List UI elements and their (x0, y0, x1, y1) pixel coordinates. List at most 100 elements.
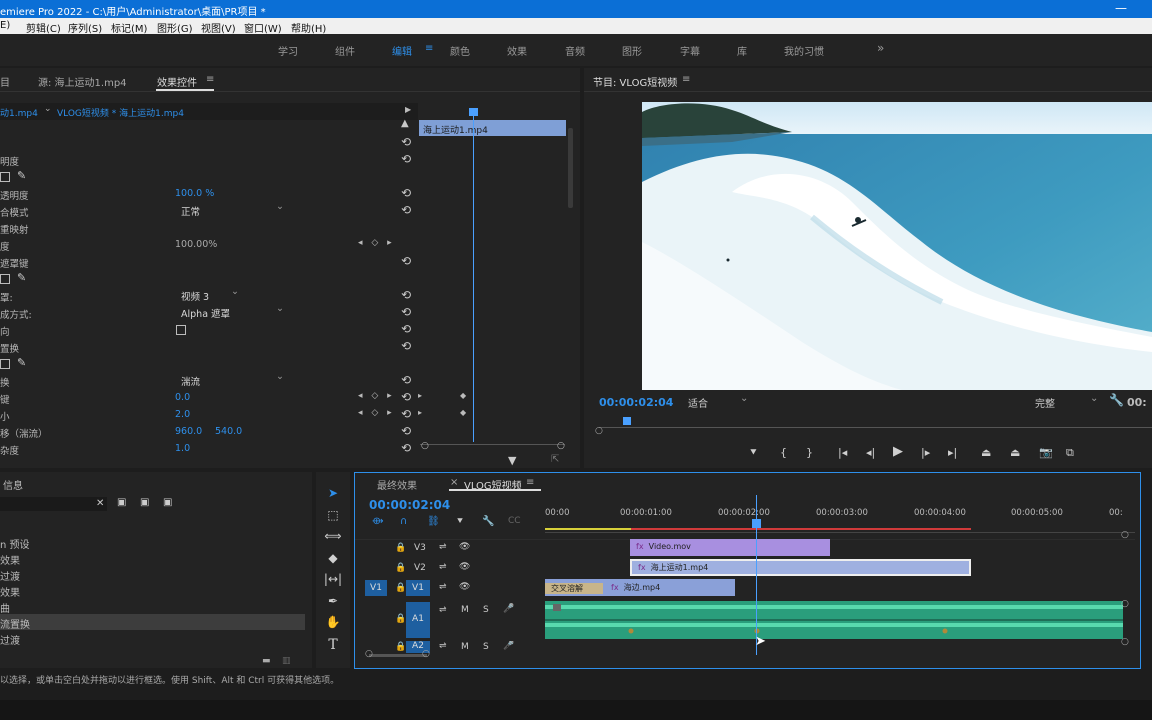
microphone-icon[interactable]: 🎤 (503, 604, 514, 614)
ec-playhead-handle[interactable] (469, 108, 478, 116)
microphone-icon[interactable]: 🎤 (503, 641, 514, 651)
hand-tool-icon[interactable]: ✋ (323, 615, 343, 633)
pen-tool-icon[interactable]: ✎ (17, 356, 26, 369)
tab-metadata[interactable]: 目 (0, 74, 10, 89)
selection-tool-icon[interactable]: ➤ (323, 486, 343, 504)
yuv-effects-icon[interactable]: ▣ (163, 497, 172, 508)
minimize-button[interactable]: — (1115, 1, 1127, 15)
list-item[interactable]: 过渡 (0, 630, 305, 647)
delete-icon[interactable]: ▥ (282, 656, 291, 666)
lock-icon[interactable]: 🔒 (395, 543, 406, 553)
blend-mode-select[interactable]: 正常 (176, 201, 286, 218)
menu-edit[interactable]: E) (0, 20, 10, 31)
list-item-selected[interactable]: 流置换 (0, 614, 305, 631)
pen-tool-icon[interactable]: ✎ (17, 271, 26, 284)
export-icon[interactable]: ⇱ (551, 454, 559, 465)
menu-window[interactable]: 窗口(W) (244, 20, 282, 35)
clip-video-mov[interactable]: fx Video.mov (630, 539, 830, 556)
add-marker-icon[interactable]: ⯆ (456, 516, 464, 527)
wrench-icon[interactable]: 🔧 (1109, 393, 1124, 407)
menu-help[interactable]: 帮助(H) (291, 20, 326, 35)
fit-select[interactable]: 适合 ⌄ (688, 393, 748, 410)
ec-scrollbar[interactable] (568, 128, 573, 208)
effects-search-input[interactable] (0, 497, 107, 511)
reset-icon[interactable]: ⟲ (401, 373, 411, 387)
type-tool-icon[interactable]: T (323, 637, 343, 655)
lock-icon[interactable]: 🔒 (395, 583, 406, 593)
program-scrub-bar[interactable] (599, 418, 1152, 428)
go-to-out-icon[interactable]: ▸| (948, 446, 957, 459)
sync-lock-icon[interactable]: ⇌ (439, 641, 447, 651)
workspace-assembly[interactable]: 组件 (335, 43, 355, 58)
program-timecode[interactable]: 00:00:02:04 (599, 396, 673, 409)
scroll-up-icon[interactable]: ▲ (401, 118, 409, 129)
close-tab-icon[interactable]: × (450, 477, 458, 488)
vertical-scroll-handle-icon[interactable]: ○ (1121, 637, 1129, 647)
sync-lock-icon[interactable]: ⇌ (439, 582, 447, 592)
menu-marker[interactable]: 标记(M) (111, 20, 147, 35)
sync-lock-icon[interactable]: ⇌ (439, 605, 447, 615)
source-clip-select[interactable]: 动1.mp4 (0, 106, 38, 119)
track-select-tool-icon[interactable]: ⬚ (323, 508, 343, 526)
ellipse-mask-icon[interactable] (0, 274, 10, 284)
menu-graphics[interactable]: 图形(G) (157, 20, 193, 35)
32bit-effects-icon[interactable]: ▣ (140, 497, 149, 508)
zoom-handle-left-icon[interactable]: ○ (365, 649, 373, 659)
reset-icon[interactable]: ⟲ (401, 186, 411, 200)
reset-icon[interactable]: ⟲ (401, 390, 411, 404)
step-back-icon[interactable]: ◂| (866, 446, 875, 459)
wrench-icon[interactable]: 🔧 (482, 516, 494, 527)
tab-effect-controls[interactable]: 效果控件 (157, 74, 197, 89)
solo-button[interactable]: S (483, 605, 489, 615)
menu-sequence[interactable]: 序列(S) (68, 20, 102, 35)
captions-icon[interactable]: CC (508, 516, 521, 526)
play-triangle-icon[interactable]: ▶ (405, 105, 411, 114)
add-marker-icon[interactable]: ⯆ (749, 446, 758, 460)
lift-icon[interactable]: ⏏ (981, 446, 991, 459)
sync-lock-icon[interactable]: ⇌ (439, 562, 447, 572)
reset-icon[interactable]: ⟲ (401, 322, 411, 336)
lock-icon[interactable]: 🔒 (395, 642, 406, 652)
workspace-overflow-icon[interactable]: » (877, 41, 884, 55)
audio-waveform[interactable] (545, 601, 1123, 639)
quality-select[interactable]: 完整 ⌄ (1035, 393, 1099, 410)
step-forward-icon[interactable]: |▸ (921, 446, 930, 459)
tab-final-effect[interactable]: 最终效果 (377, 477, 417, 492)
workspace-menu-icon[interactable]: ≡ (425, 43, 433, 54)
zoom-handle-left-icon[interactable]: ○ (421, 441, 429, 451)
go-to-in-icon[interactable]: |◂ (838, 446, 847, 459)
keyframe-nav-icon[interactable]: ◂ ◇ ▸ (358, 391, 395, 401)
reset-icon[interactable]: ⟲ (401, 135, 411, 149)
reset-icon[interactable]: ⟲ (401, 152, 411, 166)
extract-icon[interactable]: ⏏ (1010, 446, 1020, 459)
keyframe-nav-right-icon[interactable]: ▸ (418, 391, 422, 400)
chevron-down-icon[interactable]: ⌄ (44, 104, 52, 114)
tab-program[interactable]: 节目: VLOG短视频 (593, 74, 677, 89)
snap-icon[interactable]: ∩ (400, 516, 407, 527)
menu-clip[interactable]: 剪辑(C) (26, 20, 61, 35)
razor-tool-icon[interactable]: ◆ (323, 551, 343, 569)
close-icon[interactable]: ✕ (96, 498, 104, 509)
track-target-v1[interactable]: V1 (406, 580, 430, 596)
lock-icon[interactable]: 🔒 (395, 614, 406, 624)
tab-info[interactable]: 信息 (3, 477, 23, 492)
workspace-captions[interactable]: 字幕 (680, 43, 700, 58)
camera-icon[interactable]: 📷 (1039, 446, 1053, 459)
program-playhead[interactable] (623, 417, 631, 425)
menu-view[interactable]: 视图(V) (201, 20, 236, 35)
reset-icon[interactable]: ⟲ (401, 254, 411, 268)
list-item[interactable]: 效果 (0, 550, 305, 567)
scrub-handle-icon[interactable]: ○ (595, 426, 603, 436)
compare-icon[interactable]: ⧉ (1066, 446, 1074, 460)
reset-icon[interactable]: ⟲ (401, 407, 411, 421)
timeline-menu-icon[interactable]: ≡ (526, 477, 534, 488)
mute-button[interactable]: M (461, 642, 469, 652)
timeline-timecode[interactable]: 00:00:02:04 (369, 498, 450, 512)
ec-timeline-clip[interactable]: 海上运动1.mp4 (419, 120, 566, 136)
mute-button[interactable]: M (461, 605, 469, 615)
workspace-graphics[interactable]: 图形 (622, 43, 642, 58)
mark-in-icon[interactable]: { (780, 446, 787, 459)
tab-source[interactable]: 源: 海上运动1.mp4 (38, 74, 127, 89)
keyframe-nav-icon[interactable]: ◂ ◇ ▸ (358, 238, 395, 248)
pen-tool-icon[interactable]: ✎ (17, 169, 26, 182)
